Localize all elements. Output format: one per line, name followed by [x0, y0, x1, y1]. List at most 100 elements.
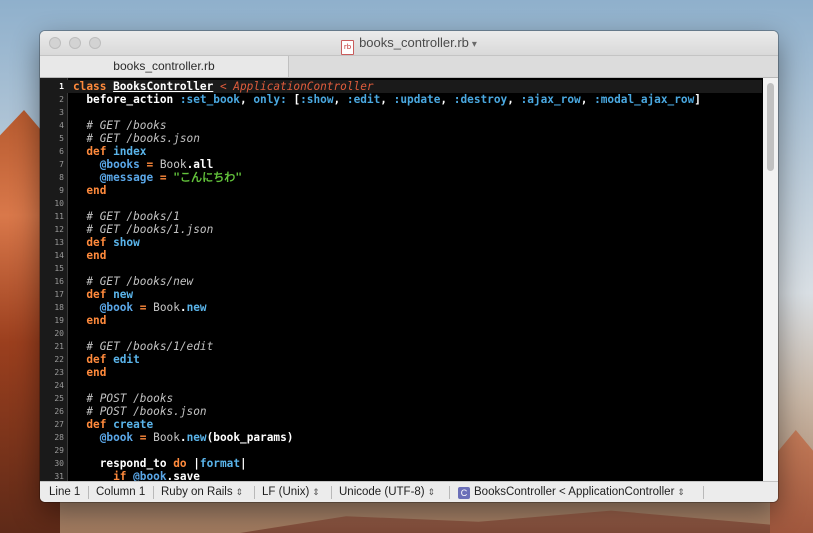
status-divider [703, 486, 704, 499]
tab-label: books_controller.rb [113, 59, 215, 73]
syntax-mode-selector[interactable]: Ruby on Rails ⇕ [161, 482, 243, 502]
code-line[interactable]: 16 # GET /books/new [40, 275, 762, 288]
up-down-chevron-icon: ⇕ [427, 487, 436, 497]
code-line[interactable]: 12 # GET /books/1.json [40, 223, 762, 236]
line-number: 9 [59, 186, 64, 195]
line-number: 16 [54, 277, 64, 286]
column-indicator-label: Column 1 [96, 486, 146, 498]
code-line[interactable]: 24 [40, 379, 762, 392]
line-number: 26 [54, 407, 64, 416]
vertical-scrollbar[interactable] [763, 78, 778, 481]
code-line[interactable]: 26 # POST /books.json [40, 405, 762, 418]
status-divider [88, 486, 89, 499]
code-line[interactable]: 8 @message = "こんにちわ" [40, 171, 762, 184]
column-indicator[interactable]: Column 1 [96, 482, 145, 502]
line-number: 17 [54, 290, 64, 299]
syntax-mode-label: Ruby on Rails [161, 486, 233, 498]
encoding-label: Unicode (UTF-8) [339, 486, 425, 498]
line-number: 20 [54, 329, 64, 338]
up-down-chevron-icon: ⇕ [235, 487, 244, 497]
line-number: 10 [54, 199, 64, 208]
symbol-navigator[interactable]: C BooksController < ApplicationController… [458, 482, 685, 502]
code-line[interactable]: 31 if @book.save [40, 470, 762, 481]
status-divider [153, 486, 154, 499]
code-line[interactable]: 19 end [40, 314, 762, 327]
line-number: 6 [59, 147, 64, 156]
up-down-chevron-icon: ⇕ [677, 487, 685, 497]
code-line[interactable]: 20 [40, 327, 762, 340]
line-number: 19 [54, 316, 64, 325]
line-number: 25 [54, 394, 64, 403]
line-number: 27 [54, 420, 64, 429]
line-indicator[interactable]: Line 1 [49, 482, 80, 502]
line-number: 21 [54, 342, 64, 351]
line-number: 15 [54, 264, 64, 273]
code-line[interactable]: 9 end [40, 184, 762, 197]
chevron-down-icon[interactable]: ▾ [472, 39, 477, 50]
code-line[interactable]: 1 class BooksController < ApplicationCont… [40, 80, 762, 93]
code-line[interactable]: 22 def edit [40, 353, 762, 366]
code-line[interactable]: 21 # GET /books/1/edit [40, 340, 762, 353]
line-number: 29 [54, 446, 64, 455]
code-line[interactable]: 7 @books = Book.all [40, 158, 762, 171]
code-line[interactable]: 2 before_action :set_book, only: [:show,… [40, 93, 762, 106]
line-indicator-label: Line 1 [49, 486, 81, 498]
window-title[interactable]: rb books_controller.rb ▾ [40, 35, 778, 55]
code-line[interactable]: 10 [40, 197, 762, 210]
line-number: 2 [59, 95, 64, 104]
line-number: 3 [59, 108, 64, 117]
title-bar[interactable]: rb books_controller.rb ▾ [40, 31, 778, 56]
code-line[interactable]: 15 [40, 262, 762, 275]
symbol-label: BooksController < ApplicationController [474, 486, 675, 498]
up-down-chevron-icon: ⇕ [312, 487, 320, 497]
line-number: 18 [54, 303, 64, 312]
line-number: 28 [54, 433, 64, 442]
tab-bar: books_controller.rb [40, 56, 778, 78]
code-line[interactable]: 3 [40, 106, 762, 119]
line-endings-label: LF (Unix) [262, 486, 310, 498]
line-number: 30 [54, 459, 64, 468]
code-line[interactable]: 6 def index [40, 145, 762, 158]
line-number: 11 [54, 212, 64, 221]
code-line[interactable]: 18 @book = Book.new [40, 301, 762, 314]
code-line[interactable]: 30 respond_to do |format| [40, 457, 762, 470]
line-number: 12 [54, 225, 64, 234]
window-title-text: books_controller.rb [359, 35, 469, 50]
code-line[interactable]: 11 # GET /books/1 [40, 210, 762, 223]
code-line[interactable]: 29 [40, 444, 762, 457]
line-number: 5 [59, 134, 64, 143]
status-divider [331, 486, 332, 499]
editor-window: rb books_controller.rb ▾ books_controller.… [40, 31, 778, 502]
code-line[interactable]: 14 end [40, 249, 762, 262]
line-number: 4 [59, 121, 64, 130]
scrollbar-thumb[interactable] [767, 83, 774, 171]
code-editor[interactable]: 1 class BooksController < ApplicationCont… [40, 78, 778, 481]
code-line[interactable]: 5 # GET /books.json [40, 132, 762, 145]
line-number: 24 [54, 381, 64, 390]
code-line[interactable]: 25 # POST /books [40, 392, 762, 405]
desktop-wallpaper-mountain [240, 510, 770, 533]
code-area[interactable]: 1 class BooksController < ApplicationCont… [40, 80, 762, 481]
code-line[interactable]: 4 # GET /books [40, 119, 762, 132]
line-number: 14 [54, 251, 64, 260]
code-line[interactable]: 27 def create [40, 418, 762, 431]
line-number: 7 [59, 160, 64, 169]
line-number: 13 [54, 238, 64, 247]
line-number: 23 [54, 368, 64, 377]
line-number: 1 [59, 82, 64, 91]
code-line[interactable]: 28 @book = Book.new(book_params) [40, 431, 762, 444]
line-number: 22 [54, 355, 64, 364]
code-line[interactable]: 17 def new [40, 288, 762, 301]
status-divider [449, 486, 450, 499]
line-endings-selector[interactable]: LF (Unix) ⇕ [262, 482, 320, 502]
status-bar: Line 1 Column 1 Ruby on Rails ⇕ LF (Unix)… [40, 481, 778, 502]
status-divider [254, 486, 255, 499]
tab-books-controller[interactable]: books_controller.rb [40, 56, 289, 77]
line-number: 8 [59, 173, 64, 182]
code-line[interactable]: 13 def show [40, 236, 762, 249]
encoding-selector[interactable]: Unicode (UTF-8) ⇕ [339, 482, 435, 502]
code-line[interactable]: 23 end [40, 366, 762, 379]
class-icon: C [458, 487, 470, 499]
ruby-file-icon: rb [341, 40, 355, 55]
line-number: 31 [54, 472, 64, 481]
